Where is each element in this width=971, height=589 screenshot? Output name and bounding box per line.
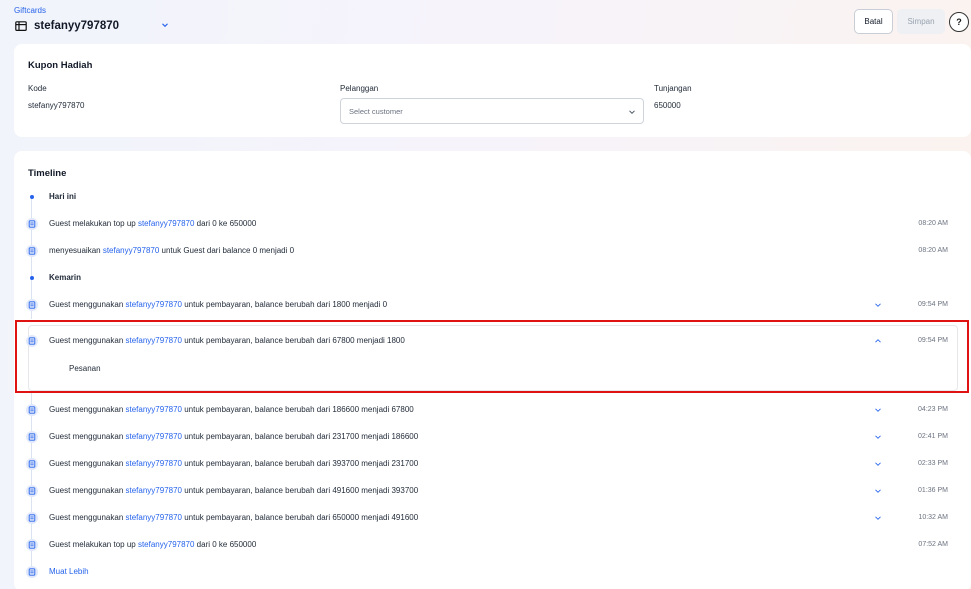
highlight-box (15, 320, 969, 393)
load-more-row[interactable]: Muat Lebih (14, 563, 957, 581)
timeline-dot (30, 195, 34, 199)
timeline-entry: menyesuaikan stefanyy797870 untuk Guest … (14, 242, 957, 260)
document-icon (26, 245, 38, 257)
pelanggan-label: Pelanggan (340, 84, 379, 93)
timeline-group-today: Hari ini (14, 188, 957, 206)
document-icon (26, 404, 38, 416)
coupon-link[interactable]: stefanyy797870 (138, 219, 195, 228)
entry-time: 02:33 PM (918, 460, 948, 467)
card-title: Kupon Hadiah (28, 60, 93, 71)
page-title: stefanyy797870 (34, 20, 120, 32)
cancel-button[interactable]: Batal (854, 9, 893, 34)
timeline-group-yesterday: Kemarin (14, 269, 957, 287)
entry-time: 10:32 AM (918, 514, 948, 521)
chevron-down-icon[interactable] (874, 301, 882, 309)
document-icon (26, 512, 38, 524)
coupon-link[interactable]: stefanyy797870 (126, 513, 183, 522)
chevron-down-icon[interactable] (160, 20, 170, 30)
coupon-link[interactable]: stefanyy797870 (103, 246, 160, 255)
chevron-down-icon[interactable] (874, 460, 882, 468)
document-icon (26, 218, 38, 230)
entry-text: Guest melakukan top up stefanyy797870 da… (49, 540, 257, 549)
breadcrumb[interactable]: Giftcards (14, 6, 46, 15)
group-label: Hari ini (49, 192, 77, 201)
entry-text: Guest menggunakan stefanyy797870 untuk p… (49, 486, 419, 495)
chevron-down-icon[interactable] (874, 433, 882, 441)
customer-select[interactable]: Select customer (340, 98, 644, 124)
kupon-hadiah-card: Kupon Hadiah Kode stefanyy797870 Pelangg… (14, 44, 971, 137)
entry-time: 08:20 AM (918, 220, 948, 227)
entry-text: Guest menggunakan stefanyy797870 untuk p… (49, 513, 419, 522)
timeline-entry[interactable]: Guest menggunakan stefanyy797870 untuk p… (14, 296, 957, 314)
title-row: stefanyy797870 (15, 20, 119, 32)
entry-time: 01:36 PM (918, 487, 948, 494)
timeline-dot (30, 276, 34, 280)
entry-text: Guest menggunakan stefanyy797870 untuk p… (49, 300, 388, 309)
entry-time: 07:52 AM (918, 541, 948, 548)
timeline-title: Timeline (28, 168, 67, 179)
coupon-link[interactable]: stefanyy797870 (126, 405, 183, 414)
entry-text: Guest menggunakan stefanyy797870 untuk p… (49, 432, 419, 441)
coupon-link[interactable]: stefanyy797870 (138, 540, 195, 549)
entry-time: 02:41 PM (918, 433, 948, 440)
tunjangan-value: 650000 (654, 101, 681, 110)
entry-text: menyesuaikan stefanyy797870 untuk Guest … (49, 246, 295, 255)
customer-select-placeholder: Select customer (349, 107, 403, 116)
tunjangan-label: Tunjangan (654, 84, 692, 93)
timeline-entry[interactable]: Guest menggunakan stefanyy797870 untuk p… (14, 401, 957, 419)
document-icon (26, 485, 38, 497)
coupon-link[interactable]: stefanyy797870 (126, 300, 183, 309)
chevron-down-icon[interactable] (874, 514, 882, 522)
gift-card-icon (15, 21, 27, 32)
timeline-entry: Guest melakukan top up stefanyy797870 da… (14, 536, 957, 554)
document-icon (26, 458, 38, 470)
kode-value: stefanyy797870 (28, 101, 85, 110)
load-more-link[interactable]: Muat Lebih (49, 567, 89, 576)
document-icon (26, 431, 38, 443)
timeline-entry[interactable]: Guest menggunakan stefanyy797870 untuk p… (14, 455, 957, 473)
chevron-down-icon (629, 110, 635, 115)
timeline-entry: Guest melakukan top up stefanyy797870 da… (14, 215, 957, 233)
coupon-link[interactable]: stefanyy797870 (126, 486, 183, 495)
timeline-entry[interactable]: Guest menggunakan stefanyy797870 untuk p… (14, 482, 957, 500)
timeline-entry[interactable]: Guest menggunakan stefanyy797870 untuk p… (14, 509, 957, 527)
entry-text: Guest melakukan top up stefanyy797870 da… (49, 219, 257, 228)
group-label: Kemarin (49, 273, 82, 282)
document-icon (26, 299, 38, 311)
entry-text: Guest menggunakan stefanyy797870 untuk p… (49, 459, 419, 468)
chevron-down-icon[interactable] (874, 487, 882, 495)
entry-time: 09:54 PM (918, 301, 948, 308)
entry-time: 04:23 PM (918, 406, 948, 413)
timeline-entry[interactable]: Guest menggunakan stefanyy797870 untuk p… (14, 428, 957, 446)
kode-label: Kode (28, 84, 47, 93)
document-icon (26, 566, 38, 578)
chevron-down-icon[interactable] (874, 406, 882, 414)
coupon-link[interactable]: stefanyy797870 (126, 459, 183, 468)
document-icon (26, 539, 38, 551)
help-icon[interactable]: ? (949, 12, 969, 32)
entry-text: Guest menggunakan stefanyy797870 untuk p… (49, 405, 414, 414)
coupon-link[interactable]: stefanyy797870 (126, 432, 183, 441)
entry-time: 08:20 AM (918, 247, 948, 254)
save-button[interactable]: Simpan (897, 9, 945, 34)
